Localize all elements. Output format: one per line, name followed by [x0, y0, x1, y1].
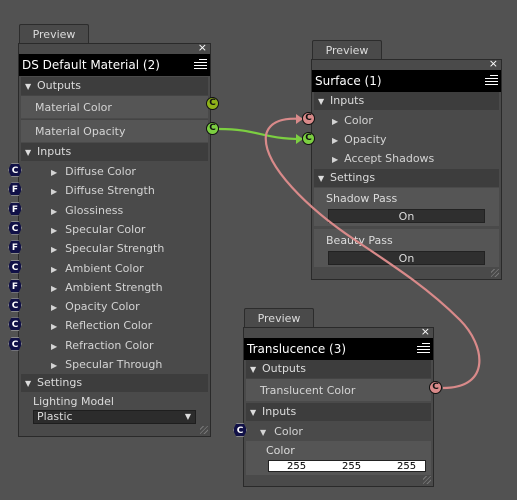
wire-translucent-color [264, 117, 481, 390]
translucent-color-out-port[interactable]: C [429, 381, 442, 394]
material-opacity-out-port[interactable]: C [206, 122, 219, 135]
surface-color-in-port[interactable]: C [302, 112, 315, 125]
surface-opacity-in-port[interactable]: C [302, 132, 315, 145]
material-color-out-port[interactable]: C [206, 97, 219, 110]
wire-opacity [218, 127, 303, 141]
connection-wires [218, 114, 481, 390]
